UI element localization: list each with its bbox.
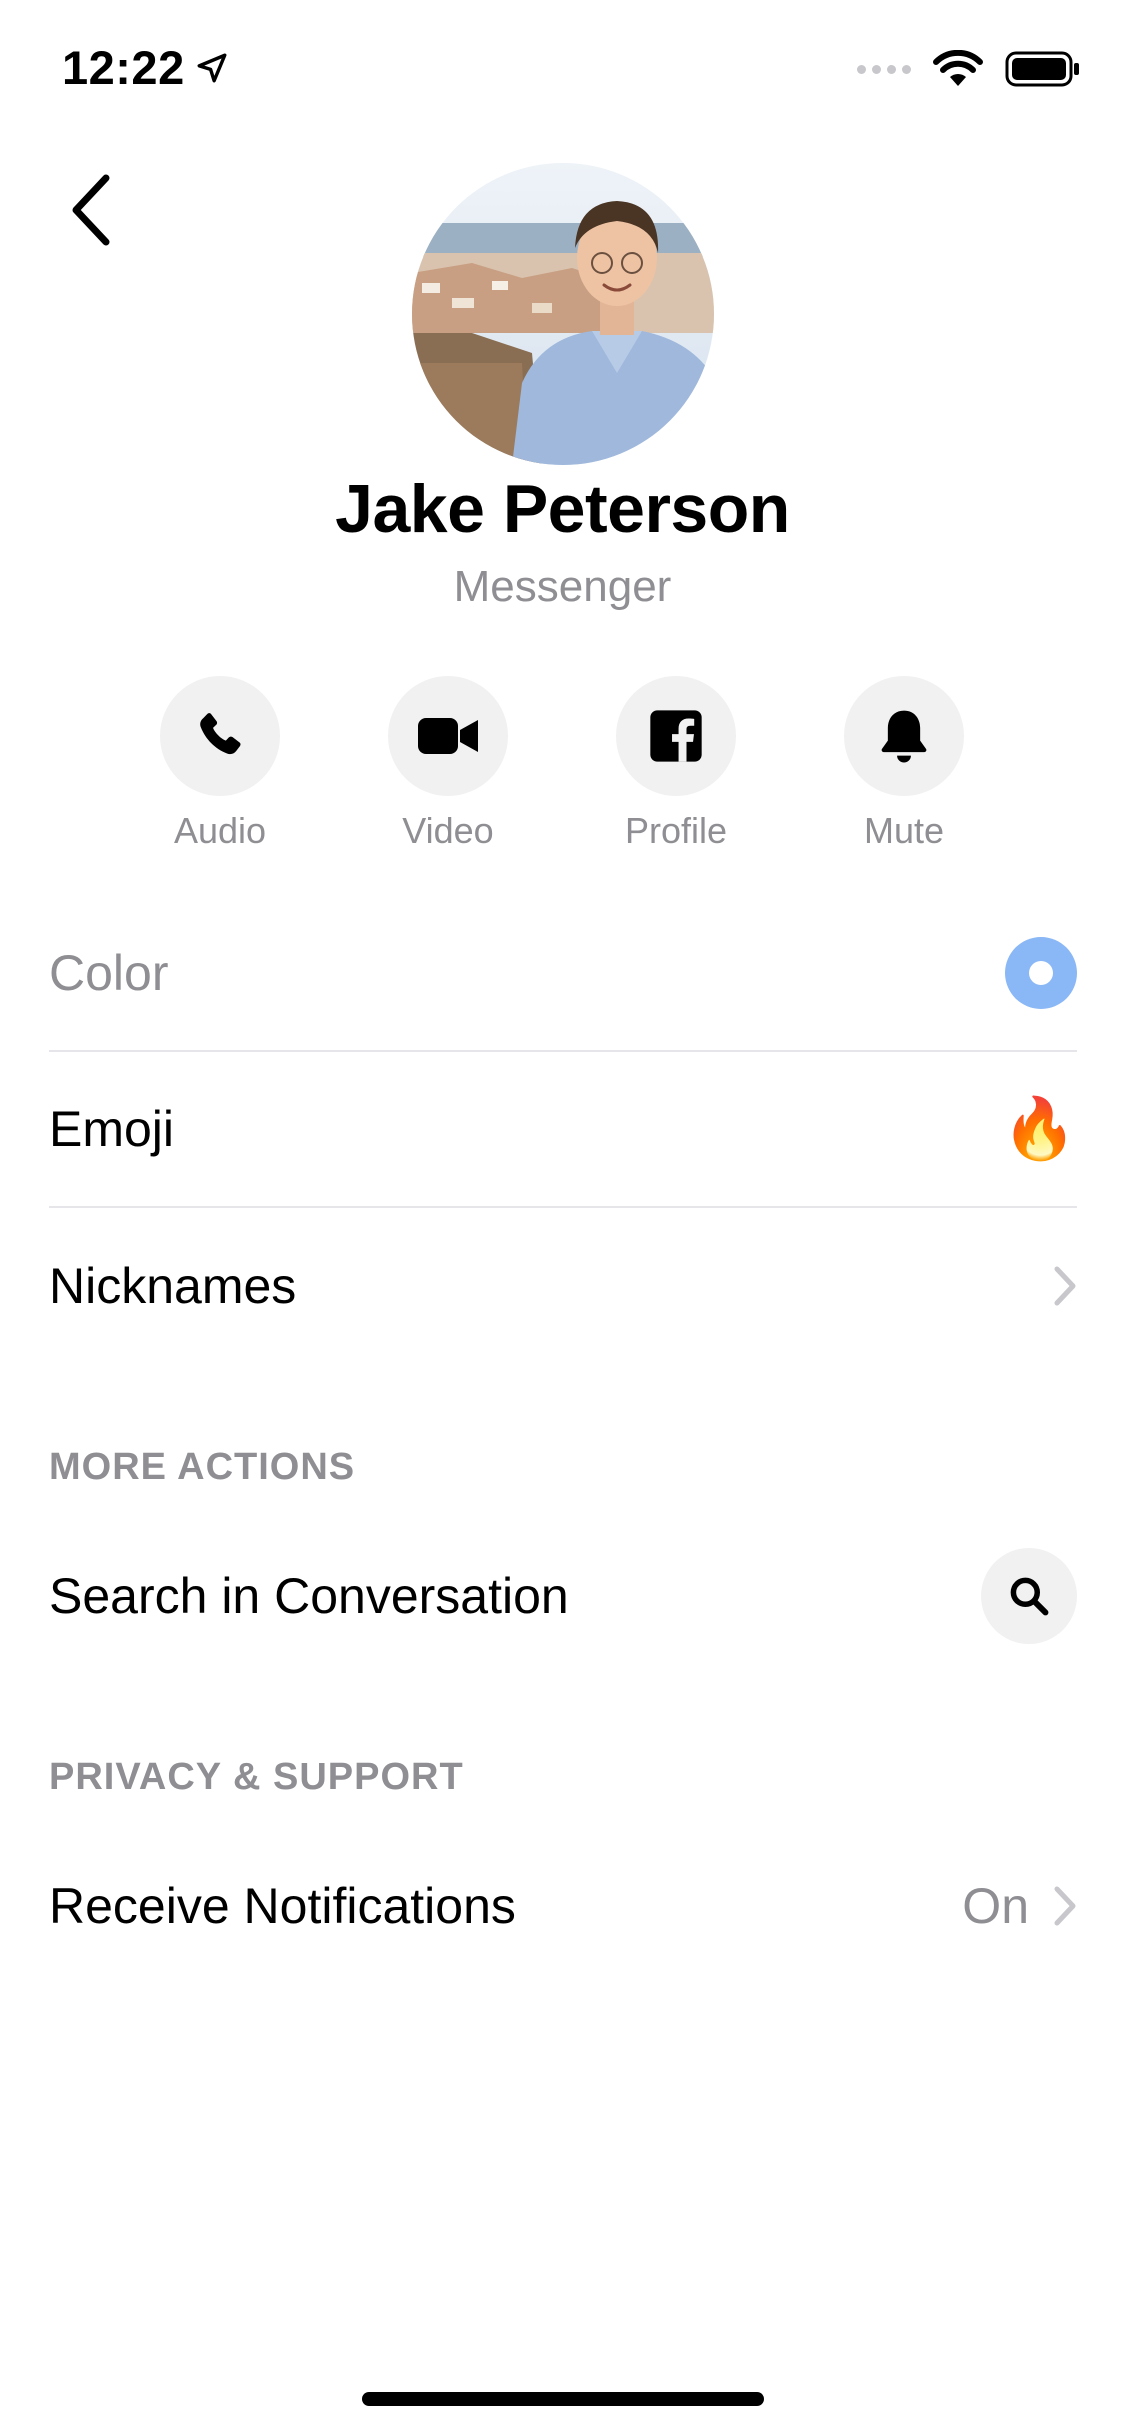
nicknames-label: Nicknames (49, 1258, 297, 1314)
chevron-right-icon (1054, 1886, 1076, 1926)
conversation-settings-screen: 12:22 Jake Peterson Messenger Audio Vide… (0, 0, 1125, 2436)
status-time-text: 12:22 (62, 41, 185, 94)
more-actions-header: MORE ACTIONS (49, 1446, 356, 1488)
bell-icon (881, 710, 927, 763)
quick-actions: Audio Video Profile Mute (0, 676, 1125, 856)
color-swatch (1005, 937, 1077, 1009)
action-label-profile: Profile (624, 810, 728, 851)
status-bar: 12:22 (0, 0, 1125, 140)
privacy-support-header: PRIVACY & SUPPORT (49, 1756, 464, 1798)
status-time: 12:22 (62, 40, 229, 95)
action-label-mute: Mute (863, 810, 945, 851)
location-arrow-icon (197, 53, 227, 82)
status-indicators (857, 50, 1081, 88)
chevron-left-icon (72, 174, 110, 246)
facebook-icon (650, 710, 702, 762)
fire-emoji-icon: 🔥 (1002, 1095, 1077, 1162)
avatar[interactable] (412, 163, 714, 465)
search-in-conversation-row[interactable]: Search in Conversation (49, 1518, 1077, 1674)
color-row[interactable]: Color (49, 896, 1077, 1052)
mute-circle (844, 676, 964, 796)
cellular-signal-icon (857, 64, 911, 74)
audio-call-button[interactable]: Audio (120, 676, 320, 852)
action-label-audio: Audio (173, 810, 267, 851)
avatar-photo (412, 163, 714, 465)
search-button[interactable] (981, 1548, 1077, 1644)
emoji-label: Emoji (49, 1101, 175, 1157)
notifications-value: On (962, 1878, 1029, 1934)
search-icon (1010, 1577, 1049, 1616)
battery-icon (1005, 51, 1079, 87)
receive-notifications-label: Receive Notifications (49, 1878, 516, 1934)
wifi-icon (933, 50, 983, 86)
profile-circle (616, 676, 736, 796)
receive-notifications-row[interactable]: Receive Notifications On (49, 1828, 1077, 1984)
home-indicator[interactable] (362, 2392, 764, 2406)
search-in-conversation-label: Search in Conversation (49, 1568, 569, 1624)
phone-icon (200, 713, 241, 755)
audio-circle (160, 676, 280, 796)
video-call-button[interactable]: Video (348, 676, 548, 852)
chevron-right-icon (1054, 1266, 1076, 1306)
mute-button[interactable]: Mute (804, 676, 1004, 852)
video-circle (388, 676, 508, 796)
back-button[interactable] (50, 165, 130, 255)
notifications-trailing: On (962, 1877, 1077, 1935)
video-camera-icon (418, 718, 478, 754)
profile-button[interactable]: Profile (576, 676, 776, 852)
action-label-video: Video (402, 810, 494, 851)
emoji-row[interactable]: Emoji 🔥 (49, 1052, 1077, 1208)
profile-name: Jake Peterson (335, 471, 790, 547)
color-label: Color (49, 945, 169, 1001)
nicknames-row[interactable]: Nicknames (49, 1208, 1077, 1364)
profile-subtitle: Messenger (453, 562, 672, 611)
